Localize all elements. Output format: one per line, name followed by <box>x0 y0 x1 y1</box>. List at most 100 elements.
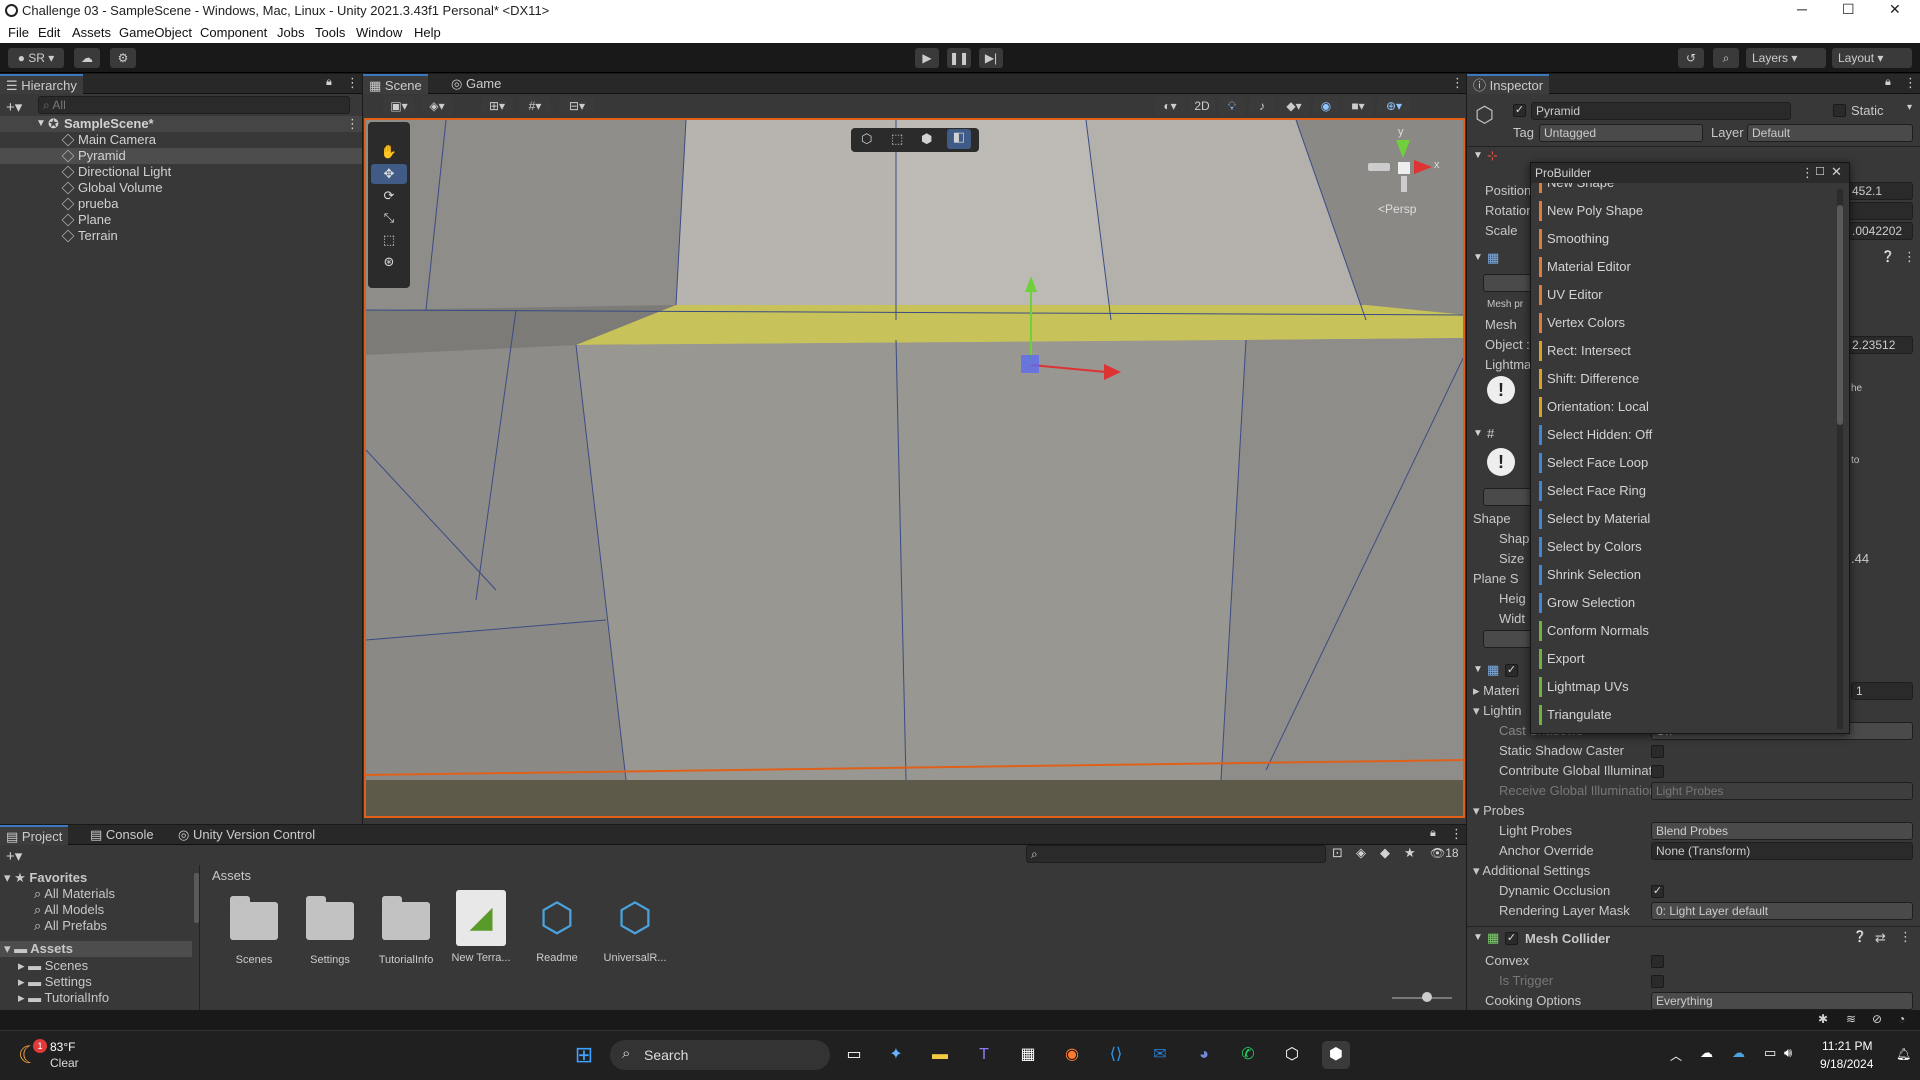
materials-count-field[interactable]: 1 <box>1851 682 1913 700</box>
static-dropdown-icon[interactable]: ▾ <box>1907 102 1912 113</box>
static-checkbox[interactable] <box>1833 104 1846 117</box>
asset-folder[interactable]: TutorialInfo <box>371 890 441 966</box>
hierarchy-search-input[interactable]: ⌕ All <box>38 96 350 114</box>
lock-icon[interactable]: 🔒︎ <box>1885 76 1891 89</box>
lighting-toggle-icon[interactable]: 💡︎ <box>1219 96 1245 116</box>
create-asset-button[interactable]: +▾ <box>6 847 22 865</box>
transform-tool-icon[interactable]: ⊛ <box>371 252 407 272</box>
dynamic-occlusion-checkbox[interactable]: ✓ <box>1651 885 1664 898</box>
object-name-field[interactable]: Pyramid <box>1531 102 1791 120</box>
add-object-button[interactable]: +▾ <box>6 98 22 116</box>
probuilder-button[interactable] <box>1483 274 1533 292</box>
hierarchy-item[interactable]: Terrain <box>0 228 362 244</box>
tray-chevron-icon[interactable]: ︿ <box>1670 1047 1682 1064</box>
component-expand-icon[interactable]: ▼ <box>1473 932 1483 943</box>
icon-size-slider[interactable] <box>1392 992 1452 1002</box>
rendering-layer-mask-dropdown[interactable]: 0: Light Layer default <box>1651 902 1913 920</box>
task-view-icon[interactable]: ▭ <box>840 1041 868 1069</box>
scene-menu-icon[interactable]: ⋮ <box>346 116 359 132</box>
convex-checkbox[interactable] <box>1651 955 1664 968</box>
menu-assets[interactable]: Assets <box>72 25 111 40</box>
assets-root-row[interactable]: ▾ ▬ Assets <box>0 941 192 957</box>
tab-scene[interactable]: ▦ Scene <box>363 74 428 94</box>
component-expand-icon[interactable]: ▼ <box>1473 664 1483 675</box>
probuilder-action-item[interactable]: New Poly Shape <box>1535 199 1831 223</box>
kebab-icon[interactable]: ⋮ <box>1450 826 1463 842</box>
scene-row[interactable]: ▼ ✪ SampleScene* ⋮ <box>0 116 362 132</box>
unity-hub-icon[interactable]: ⬡ <box>1278 1041 1306 1069</box>
history-icon[interactable]: ↺ <box>1678 48 1704 68</box>
probuilder-action-item[interactable]: Orientation: Local <box>1535 395 1831 419</box>
minimize-button[interactable]: ─ <box>1797 1 1807 17</box>
tab-project[interactable]: ▤ Project <box>0 825 69 845</box>
vscode-icon[interactable]: ⟨⟩ <box>1102 1041 1130 1069</box>
close-icon[interactable]: ✕ <box>1831 164 1842 180</box>
kebab-icon[interactable]: ⋮ <box>1801 165 1814 181</box>
menu-jobs[interactable]: Jobs <box>277 25 304 40</box>
persp-label[interactable]: <Persp <box>1378 202 1416 216</box>
layout-dropdown[interactable]: Layout ▾ <box>1832 48 1912 68</box>
probuilder-action-item[interactable]: Vertex Colors <box>1535 311 1831 335</box>
step-button[interactable]: ▶| <box>979 48 1003 68</box>
layers-dropdown[interactable]: Layers ▾ <box>1746 48 1826 68</box>
probuilder-action-item[interactable]: Shift: Difference <box>1535 367 1831 391</box>
whatsapp-icon[interactable]: ✆ <box>1234 1041 1262 1069</box>
grid-dropdown[interactable]: #▾ <box>519 96 551 116</box>
scrollbar-track[interactable] <box>1837 189 1843 729</box>
play-button[interactable]: ▶ <box>915 48 939 68</box>
favorite-star-icon[interactable]: ★ <box>1404 845 1416 861</box>
snap-dropdown[interactable]: ⊞▾ <box>481 96 513 116</box>
taskbar-search[interactable]: ⌕ Search <box>610 1040 830 1070</box>
hierarchy-item-selected[interactable]: Pyramid <box>0 148 362 164</box>
maximize-icon[interactable]: ☐ <box>1815 165 1825 178</box>
account-dropdown[interactable]: ● SR ▾ <box>8 48 64 68</box>
hierarchy-item[interactable]: Plane <box>0 212 362 228</box>
generic-button[interactable] <box>1483 488 1533 506</box>
search-by-type-icon[interactable]: ⊡ <box>1332 845 1343 861</box>
component-menu-icon[interactable]: ⋮ <box>1899 929 1912 945</box>
help-icon[interactable]: ❔ <box>1881 250 1895 263</box>
debug-icon[interactable]: ✱ <box>1818 1012 1828 1026</box>
position-z-field[interactable]: 452.1 <box>1847 182 1913 200</box>
notification-bell-icon[interactable]: 🔔︎ <box>1896 1047 1911 1061</box>
preset-icon[interactable]: ⇄ <box>1875 930 1886 946</box>
draw-mode-dropdown[interactable]: ▣▾ <box>383 96 415 116</box>
probuilder-action-item[interactable]: Select Face Loop <box>1535 451 1831 475</box>
component-menu-icon[interactable]: ⋮ <box>1903 249 1916 265</box>
object-mode-icon[interactable]: ⬡ <box>861 131 872 147</box>
onedrive-icon[interactable]: ☁ <box>1700 1045 1713 1061</box>
search-icon[interactable]: ⌕ <box>1713 48 1739 68</box>
close-button[interactable]: ✕ <box>1889 1 1901 18</box>
menu-gameobject[interactable]: GameObject <box>119 25 192 40</box>
probuilder-action-item[interactable]: Smoothing <box>1535 227 1831 251</box>
hidden-objects-icon[interactable]: ◉ <box>1313 96 1339 116</box>
probuilder-action-item[interactable]: UV Editor <box>1535 283 1831 307</box>
windows-start-icon[interactable]: ⊞ <box>570 1041 598 1069</box>
hand-tool-icon[interactable]: ✋ <box>371 142 407 162</box>
favorite-item[interactable]: ⌕ All Prefabs <box>34 917 107 935</box>
probes-expand[interactable]: ▾ Probes <box>1473 802 1524 820</box>
contribute-gi-checkbox[interactable] <box>1651 765 1664 778</box>
scene-viewport[interactable]: ✋ ✥ ⟳ ⤡ ⬚ ⊛ ⬡ ⬚ ⬢ ◧ y x <Persp <box>364 118 1465 818</box>
tree-scrollbar[interactable] <box>194 873 199 923</box>
asset-folder-row[interactable]: ▸ ▬ TutorialInfo <box>18 989 109 1007</box>
light-probes-dropdown[interactable]: Blend Probes <box>1651 822 1913 840</box>
render-mode-dropdown[interactable]: ◈▾ <box>421 96 453 116</box>
icon-size-slider-handle[interactable] <box>1422 992 1432 1002</box>
probuilder-action-item[interactable]: Select by Colors+ <box>1535 535 1831 559</box>
generic-button[interactable] <box>1483 630 1533 648</box>
transform-expand-icon[interactable]: ▼ <box>1473 150 1483 161</box>
kebab-icon[interactable]: ⋮ <box>1904 75 1917 91</box>
mode-2d-button[interactable]: 2D <box>1189 96 1215 116</box>
unity-editor-icon[interactable]: ⬢ <box>1322 1041 1350 1069</box>
teams-icon[interactable]: T <box>970 1041 998 1069</box>
probuilder-action-item[interactable]: Conform Normals <box>1535 619 1831 643</box>
search-by-label-icon[interactable]: ◈ <box>1356 845 1366 861</box>
clock-time[interactable]: 11:21 PM <box>1822 1039 1872 1053</box>
scale-z-field[interactable]: .0042202 <box>1847 222 1913 240</box>
tag-dropdown[interactable]: Untagged <box>1539 124 1703 142</box>
asset-terrain[interactable]: ◢ New Terra... <box>446 890 516 964</box>
probuilder-action-item[interactable]: Select Face Ring <box>1535 479 1831 503</box>
pause-button[interactable]: ❚❚ <box>947 48 971 68</box>
probuilder-action-item[interactable]: Triangulate <box>1535 703 1831 727</box>
